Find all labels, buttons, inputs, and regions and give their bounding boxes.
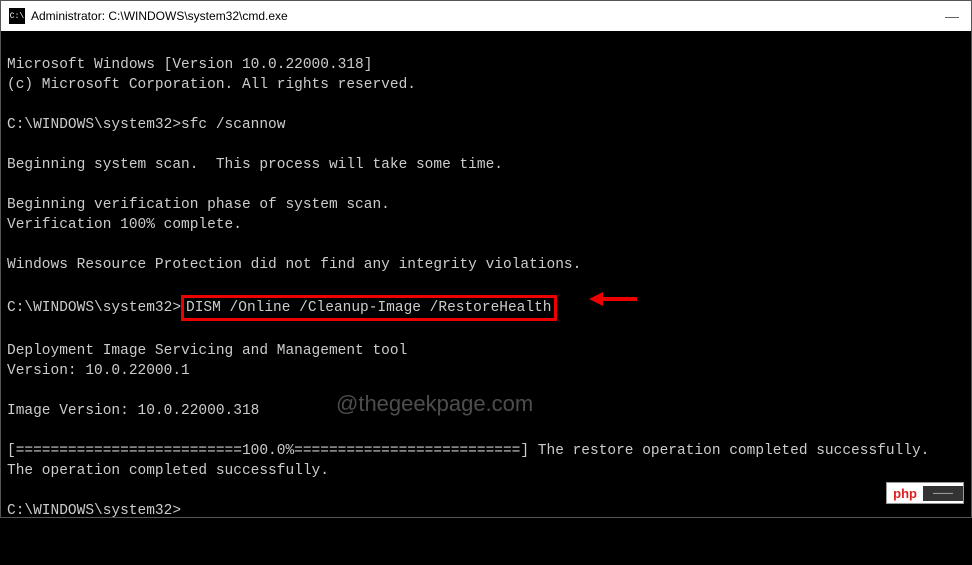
badge-label: php (887, 485, 923, 502)
dism-title-line: Deployment Image Servicing and Managemen… (7, 343, 407, 359)
prompt: C:\WINDOWS\system32> (7, 300, 181, 316)
minimize-button[interactable]: — (941, 8, 963, 24)
watermark-text: @thegeekpage.com (336, 389, 533, 419)
title-bar: C:\ Administrator: C:\WINDOWS\system32\c… (1, 1, 971, 31)
cmd-icon: C:\ (9, 8, 25, 24)
arrow-annotation (589, 289, 639, 309)
window-title: Administrator: C:\WINDOWS\system32\cmd.e… (31, 9, 941, 23)
terminal-output[interactable]: Microsoft Windows [Version 10.0.22000.31… (1, 31, 971, 565)
copyright-line: (c) Microsoft Corporation. All rights re… (7, 77, 416, 93)
verification-complete-line: Verification 100% complete. (7, 217, 242, 233)
sfc-command: sfc /scannow (181, 117, 285, 133)
site-badge: php —— (886, 482, 964, 504)
verification-line: Beginning verification phase of system s… (7, 197, 390, 213)
progress-line: [==========================100.0%=======… (7, 443, 929, 459)
window-controls: — (941, 8, 963, 24)
badge-right: —— (923, 486, 963, 501)
integrity-line: Windows Resource Protection did not find… (7, 257, 581, 273)
prompt: C:\WINDOWS\system32> (7, 117, 181, 133)
dism-command-highlight: DISM /Online /Cleanup-Image /RestoreHeal… (181, 295, 556, 321)
image-version-line: Image Version: 10.0.22000.318 (7, 403, 259, 419)
version-line: Microsoft Windows [Version 10.0.22000.31… (7, 57, 372, 73)
prompt: C:\WINDOWS\system32> (7, 503, 181, 519)
completion-line: The operation completed successfully. (7, 463, 329, 479)
scan-start-line: Beginning system scan. This process will… (7, 157, 503, 173)
dism-version-line: Version: 10.0.22000.1 (7, 363, 190, 379)
